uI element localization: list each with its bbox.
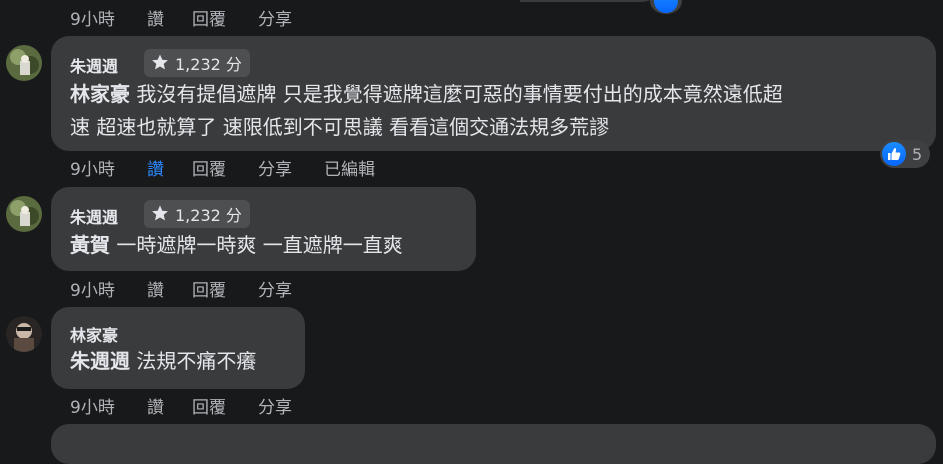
comment-actions: 9小時 讚 回覆 分享: [70, 393, 370, 418]
reply-link[interactable]: 回覆: [192, 276, 226, 301]
comment-body: 法規不痛不癢: [136, 349, 257, 373]
points-badge[interactable]: 1,232 分: [144, 200, 250, 228]
comment-body-line1: 我沒有提倡遮牌 只是我覺得遮牌這麼可惡的事情要付出的成本竟然遠低超: [136, 82, 783, 106]
next-comment-bubble: [51, 424, 936, 464]
comment-text: 黃賀 一時遮牌一時爽 一直遮牌一直爽: [70, 229, 470, 262]
star-badge-icon: [152, 205, 168, 221]
comment-time[interactable]: 9小時: [70, 5, 115, 30]
star-badge-icon: [152, 54, 168, 70]
comment-time[interactable]: 9小時: [70, 155, 115, 180]
like-link[interactable]: 讚: [147, 155, 164, 180]
points-badge[interactable]: 1,232 分: [144, 49, 250, 77]
like-reaction-icon[interactable]: [650, 0, 682, 14]
comment-actions: 9小時 讚 回覆 分享: [70, 276, 370, 301]
comment-actions-prev: 9小時 讚 回覆 分享: [70, 5, 370, 30]
mention-link[interactable]: 黃賀: [70, 233, 110, 257]
like-link[interactable]: 讚: [147, 276, 164, 301]
comment-time[interactable]: 9小時: [70, 276, 115, 301]
points-label: 1,232 分: [175, 206, 242, 225]
thumbs-up-icon: [882, 142, 906, 166]
comment-body-line2: 速 超速也就算了 速限低到不可思議 看看這個交通法規多荒謬: [70, 115, 610, 139]
comment-author[interactable]: 朱週週: [70, 53, 118, 77]
comment-time[interactable]: 9小時: [70, 393, 115, 418]
comment-text: 林家豪 我沒有提倡遮牌 只是我覺得遮牌這麼可惡的事情要付出的成本竟然遠低超 速 …: [70, 78, 920, 144]
edited-label[interactable]: 已編輯: [324, 155, 375, 180]
reaction-number: 5: [912, 144, 923, 164]
like-link[interactable]: 讚: [147, 5, 164, 30]
avatar[interactable]: [6, 45, 42, 81]
points-label: 1,232 分: [175, 55, 242, 74]
avatar[interactable]: [6, 196, 42, 232]
reaction-count[interactable]: 5: [880, 140, 931, 168]
comment-body: 一時遮牌一時爽 一直遮牌一直爽: [116, 233, 403, 257]
comment-actions: 9小時 讚 回覆 分享 已編輯: [70, 155, 470, 180]
comment-author[interactable]: 朱週週: [70, 204, 118, 228]
share-link[interactable]: 分享: [258, 276, 292, 301]
share-link[interactable]: 分享: [258, 393, 292, 418]
like-link[interactable]: 讚: [147, 393, 164, 418]
comment-author[interactable]: 林家豪: [70, 322, 118, 346]
mention-link[interactable]: 林家豪: [70, 82, 130, 106]
share-link[interactable]: 分享: [258, 5, 292, 30]
reply-link[interactable]: 回覆: [192, 155, 226, 180]
mention-link[interactable]: 朱週週: [70, 349, 130, 373]
reply-link[interactable]: 回覆: [192, 393, 226, 418]
comment-text: 朱週週 法規不痛不癢: [70, 345, 300, 378]
avatar[interactable]: [6, 316, 42, 352]
prev-bubble-edge: [520, 0, 660, 2]
share-link[interactable]: 分享: [258, 155, 292, 180]
reply-link[interactable]: 回覆: [192, 5, 226, 30]
